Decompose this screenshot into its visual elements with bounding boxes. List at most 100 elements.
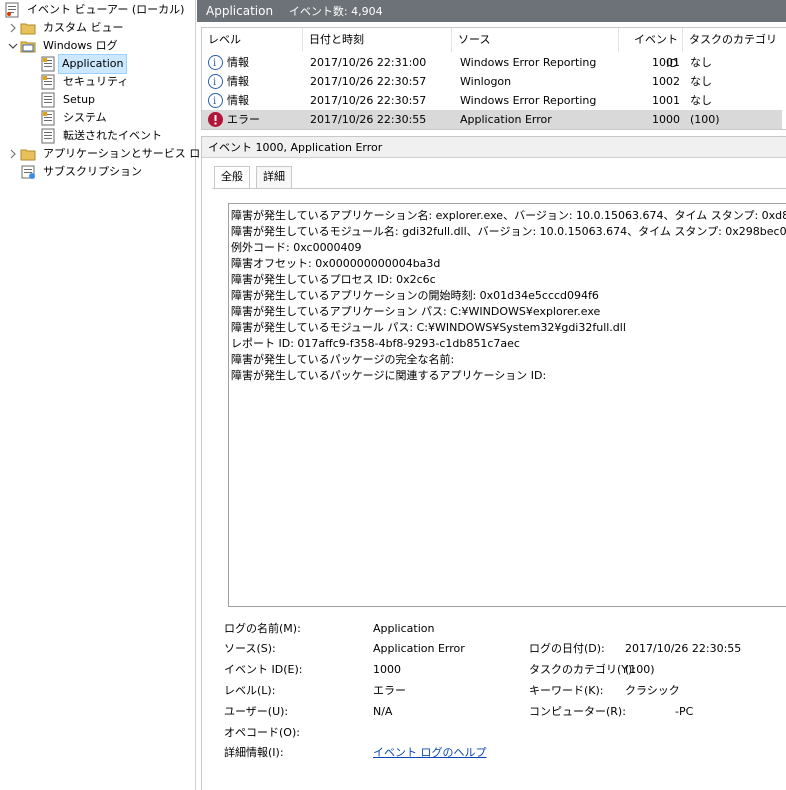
event-detail-pane: イベント 1000, Application Error 全般 詳細 障害が発生… — [201, 136, 786, 790]
event-row[interactable]: i 情報 2017/10/26 22:30:57 Windows Error R… — [202, 91, 782, 110]
log-icon — [40, 92, 56, 108]
event-id-label: イベント ID(E): — [224, 663, 303, 676]
event-id: 1002 — [652, 75, 680, 88]
chevron-right-icon[interactable] — [8, 149, 18, 159]
message-line: 障害が発生しているプロセス ID: 0x2c6c — [231, 273, 436, 286]
tree-item-security[interactable]: セキュリティ — [40, 73, 133, 91]
task-category-label: タスクのカテゴリ(Y): — [529, 663, 637, 676]
level-value: エラー — [373, 684, 406, 697]
subscription-icon — [20, 164, 36, 180]
logged-label: ログの日付(D): — [529, 642, 605, 655]
tree-item-setup[interactable]: Setup — [40, 91, 100, 109]
message-line: 障害が発生しているパッケージの完全な名前: — [231, 353, 455, 366]
event-source: Windows Error Reporting — [460, 94, 597, 107]
tree-item-root[interactable]: イベント ビューアー (ローカル) — [4, 1, 189, 19]
event-id-value: 1000 — [373, 663, 401, 676]
event-datetime: 2017/10/26 22:30:57 — [310, 94, 427, 107]
tree-item-setup-label: Setup — [63, 93, 96, 106]
tree-item-app-services-logs[interactable]: アプリケーションとサービス ログ — [8, 145, 216, 163]
event-message-box[interactable]: 障害が発生しているアプリケーション名: explorer.exe、バージョン: … — [228, 203, 786, 607]
event-viewer-icon — [4, 2, 20, 18]
chevron-right-icon[interactable] — [8, 23, 18, 33]
column-header-source[interactable]: ソース — [452, 28, 619, 52]
computer-label: コンピューター(R): — [529, 705, 626, 718]
tree-item-application-label: Application — [58, 54, 128, 74]
message-line: 障害が発生しているアプリケーション名: explorer.exe、バージョン: … — [231, 209, 786, 222]
logged-value: 2017/10/26 22:30:55 — [625, 642, 742, 655]
tab-details[interactable]: 詳細 — [256, 166, 292, 188]
event-source: Winlogon — [460, 75, 512, 88]
message-line: 障害オフセット: 0x000000000004ba3d — [231, 257, 441, 270]
tree-item-system[interactable]: システム — [40, 109, 112, 127]
info-icon: i — [208, 93, 223, 108]
tree-item-subscriptions-label: サブスクリプション — [43, 165, 142, 178]
event-row[interactable]: i 情報 2017/10/26 22:31:00 Windows Error R… — [202, 53, 782, 72]
event-datetime: 2017/10/26 22:31:00 — [310, 56, 427, 69]
error-icon — [208, 112, 223, 127]
tree-item-forwarded-events[interactable]: 転送されたイベント — [40, 127, 167, 145]
event-level: 情報 — [227, 94, 249, 107]
event-source: Windows Error Reporting — [460, 56, 597, 69]
log-icon — [40, 110, 56, 126]
event-row-selected[interactable]: エラー 2017/10/26 22:30:55 Application Erro… — [202, 110, 782, 129]
source-value: Application Error — [373, 642, 465, 655]
tree-item-subscriptions[interactable]: サブスクリプション — [20, 163, 147, 181]
svg-text:i: i — [213, 58, 216, 68]
log-error-icon — [40, 56, 56, 72]
tree-item-custom-views[interactable]: カスタム ビュー — [8, 19, 129, 37]
keywords-value: クラシック — [625, 684, 680, 697]
tree-item-system-label: システム — [63, 111, 107, 124]
event-detail-title: イベント 1000, Application Error — [202, 137, 786, 158]
event-log-help-link[interactable]: イベント ログのヘルプ — [373, 745, 487, 761]
tree-item-custom-views-label: カスタム ビュー — [43, 21, 124, 34]
event-level: 情報 — [227, 75, 249, 88]
message-line: レポート ID: 017affc9-f358-4bf8-9293-c1db851… — [231, 337, 520, 350]
event-id: 1000 — [652, 113, 680, 126]
log-title: Application — [206, 4, 274, 18]
message-line: 障害が発生しているモジュール パス: C:¥WINDOWS¥System32¥g… — [231, 321, 626, 334]
event-level: 情報 — [227, 56, 249, 69]
user-value: N/A — [373, 705, 393, 718]
user-label: ユーザー(U): — [224, 705, 289, 718]
column-header-level[interactable]: レベル — [202, 28, 303, 52]
tree-item-app-services-logs-label: アプリケーションとサービス ログ — [43, 147, 212, 160]
message-line: 障害が発生しているアプリケーション パス: C:¥WINDOWS¥explore… — [231, 305, 601, 318]
event-list: レベル 日付と時刻 ソース イベント ID タスクのカテゴリ i 情報 2017… — [201, 27, 786, 130]
event-datetime: 2017/10/26 22:30:57 — [310, 75, 427, 88]
event-source: Application Error — [460, 113, 552, 126]
svg-text:i: i — [213, 77, 216, 87]
tree-item-security-label: セキュリティ — [63, 75, 129, 88]
tree-item-forwarded-events-label: 転送されたイベント — [63, 129, 162, 142]
log-header: Application イベント数: 4,904 — [197, 0, 786, 22]
chevron-down-icon[interactable] — [8, 41, 18, 51]
tab-general[interactable]: 全般 — [214, 166, 250, 189]
opcode-label: オペコード(O): — [224, 726, 300, 739]
column-header-event-id[interactable]: イベント ID — [619, 28, 683, 70]
column-header-datetime[interactable]: 日付と時刻 — [303, 28, 452, 52]
event-task: (100) — [690, 113, 720, 126]
tree-item-windows-logs-label: Windows ログ — [43, 39, 118, 52]
tree-item-application[interactable]: Application — [40, 54, 128, 74]
folder-open-icon — [20, 38, 36, 54]
log-name-value: Application — [373, 622, 435, 635]
event-list-header: レベル 日付と時刻 ソース イベント ID タスクのカテゴリ — [202, 28, 786, 70]
event-id: 1001 — [652, 56, 680, 69]
event-datetime: 2017/10/26 22:30:55 — [310, 113, 427, 126]
event-row[interactable]: i 情報 2017/10/26 22:30:57 Winlogon 1002 な… — [202, 72, 782, 91]
log-name-label: ログの名前(M): — [224, 622, 301, 635]
log-icon — [40, 74, 56, 90]
column-header-task-category[interactable]: タスクのカテゴリ — [683, 28, 786, 52]
message-line: 障害が発生しているパッケージに関連するアプリケーション ID: — [231, 369, 547, 382]
keywords-label: キーワード(K): — [529, 684, 604, 697]
tree-item-root-label: イベント ビューアー (ローカル) — [27, 3, 185, 16]
tree-item-windows-logs[interactable]: Windows ログ — [8, 37, 123, 55]
folder-icon — [20, 146, 36, 162]
message-line: 例外コード: 0xc0000409 — [231, 241, 362, 254]
event-task: なし — [690, 75, 712, 88]
navigation-tree: イベント ビューアー (ローカル) カスタム ビュー Windows ログ Ap… — [0, 0, 211, 790]
level-label: レベル(L): — [224, 684, 276, 697]
info-icon: i — [208, 74, 223, 89]
event-task: なし — [690, 94, 712, 107]
source-label: ソース(S): — [224, 642, 276, 655]
message-line: 障害が発生しているモジュール名: gdi32full.dll、バージョン: 10… — [231, 225, 786, 238]
